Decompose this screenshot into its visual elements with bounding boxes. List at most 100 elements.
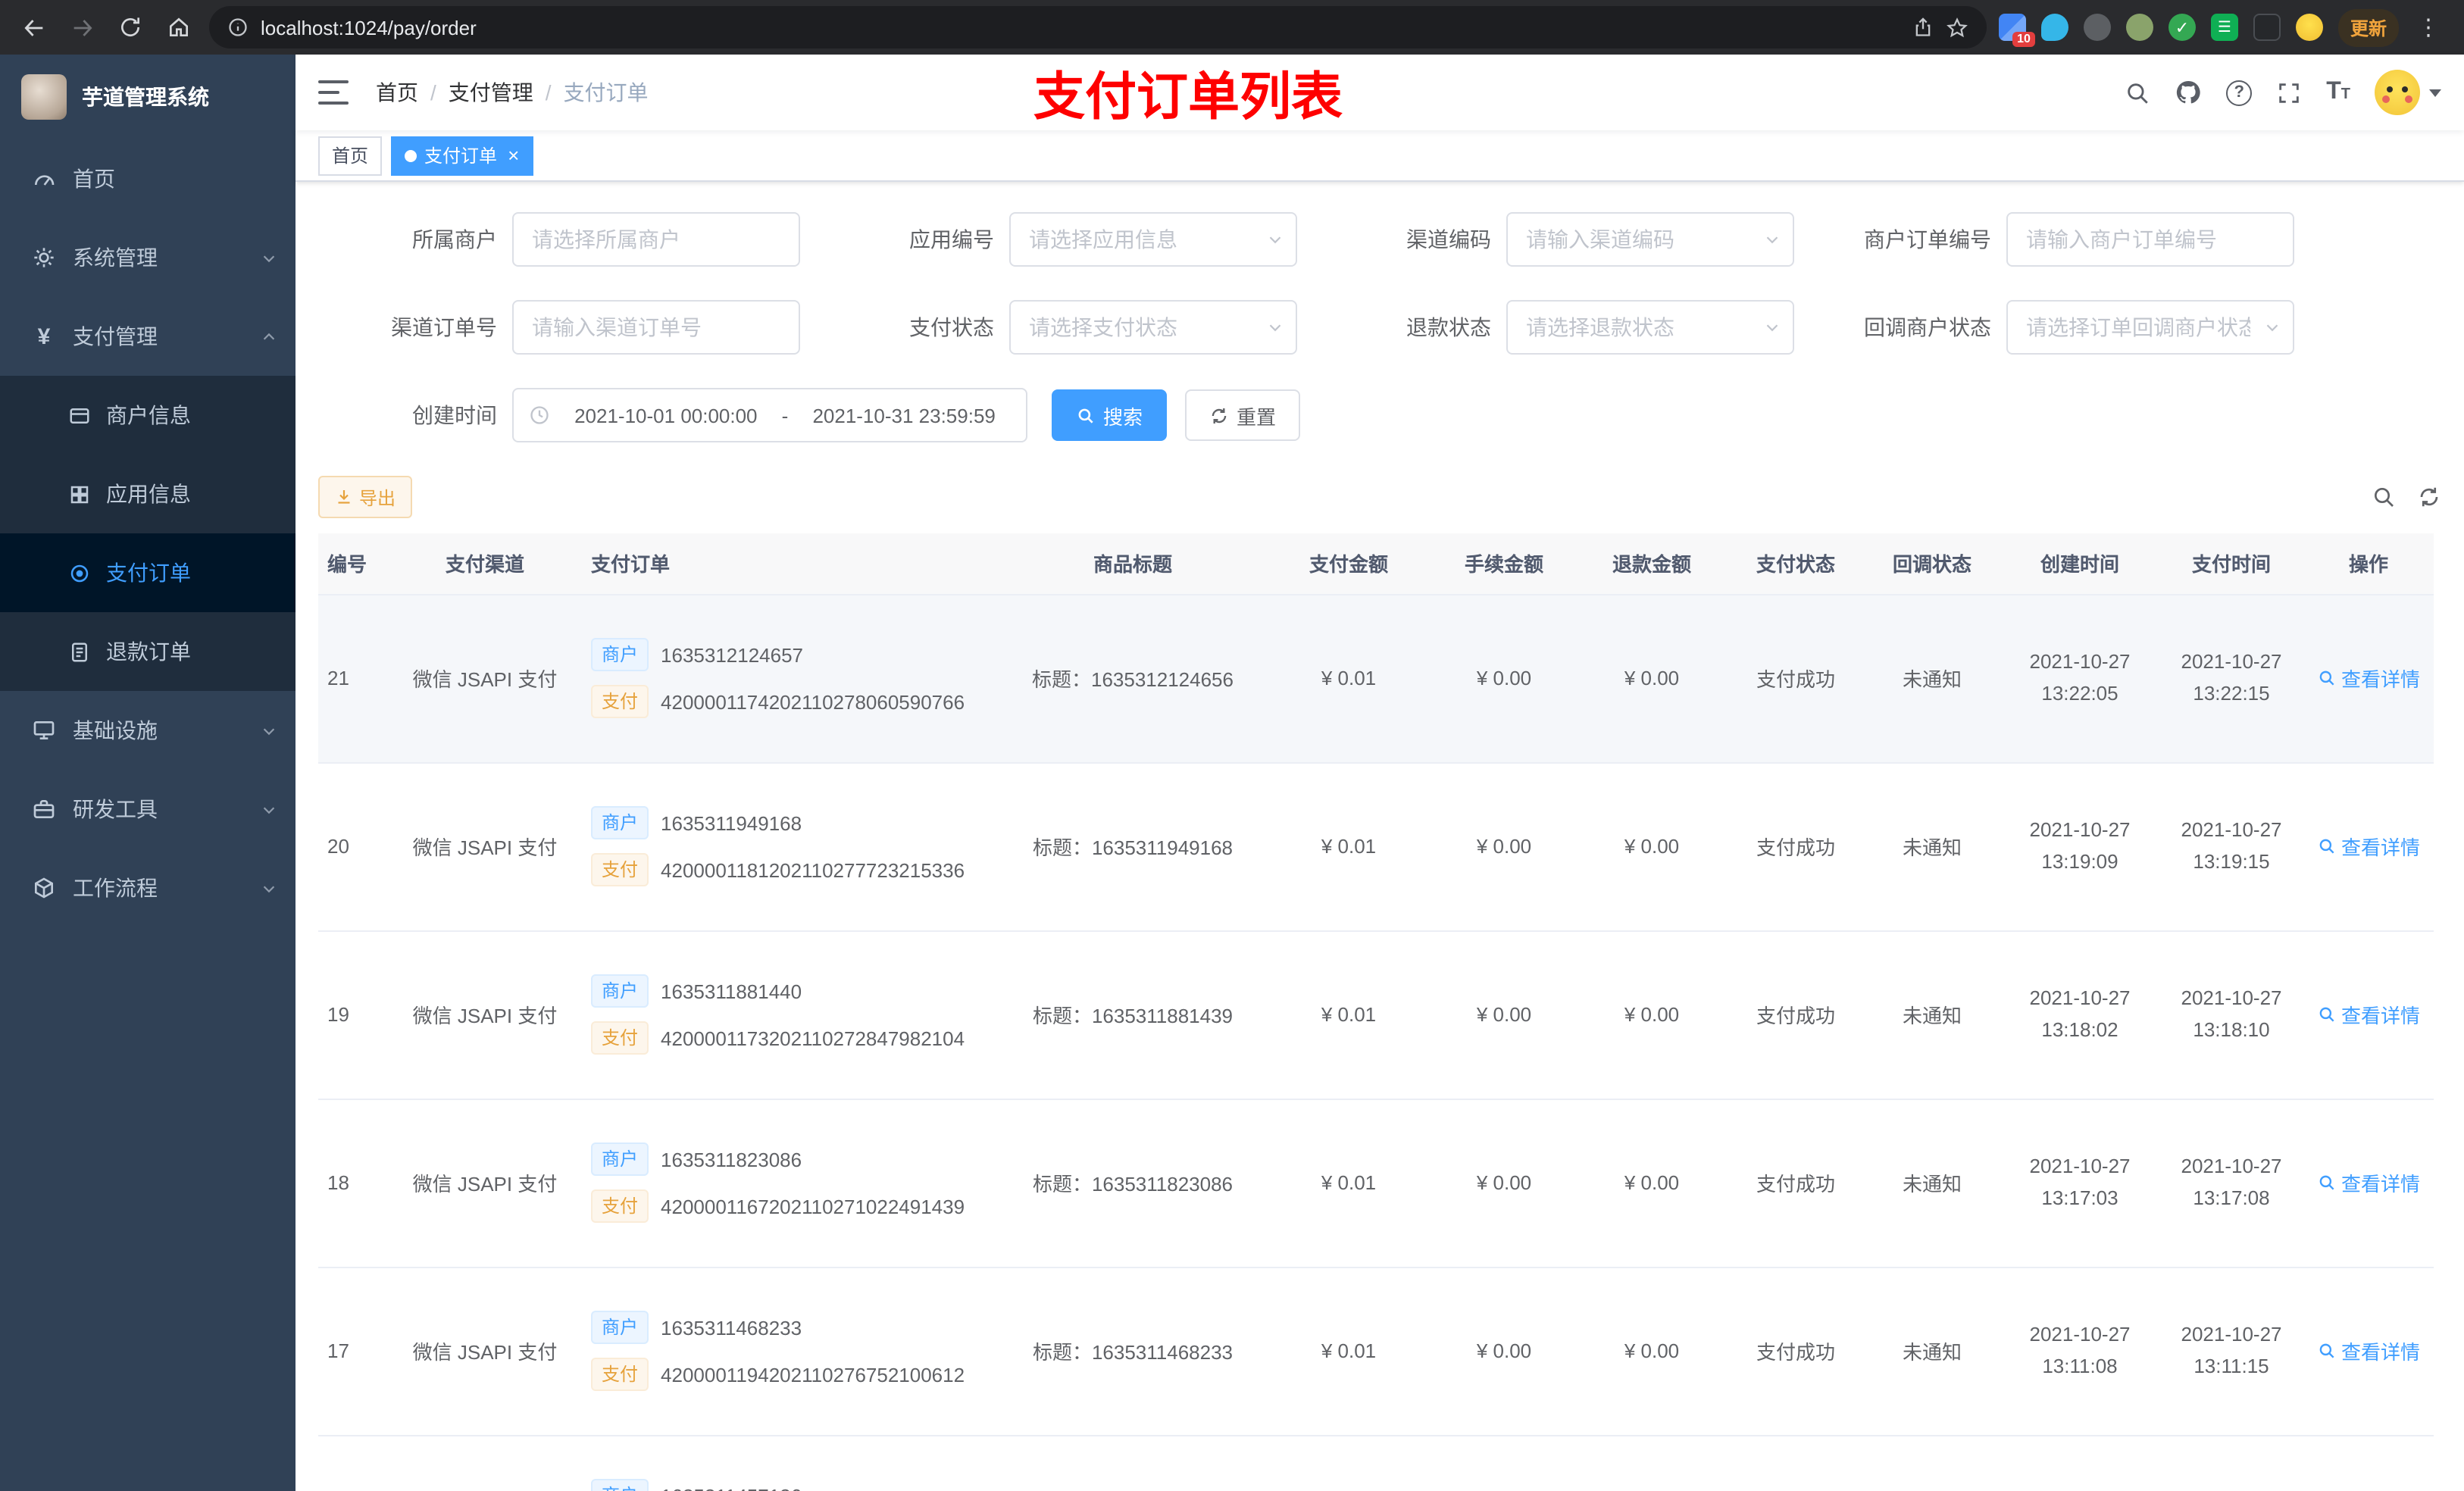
extension-icon-1[interactable]: 10 — [1998, 14, 2035, 47]
pay-clock: 13:17:08 — [2193, 1186, 2270, 1208]
cell-fee-amount: ¥ 0.00 — [1432, 930, 1576, 1099]
cell-pay-time: 2021-10-27 13:19:15 — [2159, 762, 2303, 931]
browser-menu-icon[interactable]: ⋮ — [2414, 14, 2443, 41]
merchant-order-no-input[interactable] — [2006, 212, 2294, 267]
sidebar-item-app-info[interactable]: 应用信息 — [0, 455, 295, 533]
extension-icon-8[interactable] — [2295, 14, 2323, 41]
sidebar-item-dev-tools[interactable]: 研发工具 — [0, 770, 295, 849]
channel-code-input[interactable] — [1506, 212, 1794, 267]
extension-icon-2[interactable] — [2040, 14, 2068, 41]
pay-order-line: 支付 4200001167202110271022491439 — [591, 1189, 1000, 1223]
cell-fee-amount: ¥ 0.00 — [1432, 594, 1576, 763]
cell-refund-amount: ¥ 0.00 — [1576, 762, 1728, 931]
sidebar-item-home[interactable]: 首页 — [0, 139, 295, 218]
view-detail-link[interactable]: 查看详情 — [2317, 664, 2420, 692]
sidebar-item-infrastructure[interactable]: 基础设施 — [0, 691, 295, 770]
refund-status-input[interactable] — [1506, 300, 1794, 355]
sidebar-item-workflow[interactable]: 工作流程 — [0, 849, 295, 927]
sidebar-menu: 首页 系统管理 ¥ 支付管理 商户信息 应用信息 支付订单 退款订单 基础设施 … — [0, 139, 295, 1491]
sidebar-item-label: 支付订单 — [106, 561, 191, 585]
breadcrumb-home[interactable]: 首页 — [376, 77, 418, 108]
merchant-tag: 商户 — [591, 1311, 649, 1344]
cell-order-id — [318, 1435, 379, 1491]
callback-status-input[interactable] — [2006, 300, 2294, 355]
browser-chrome: localhost:1024/pay/order 10 ✓ ☰ 更新 ⋮ — [0, 0, 2464, 55]
filter-label-channel-order-no: 渠道订单号 — [391, 315, 497, 339]
extension-icon-5[interactable]: ✓ — [2168, 14, 2196, 41]
date-separator: - — [781, 404, 789, 427]
pay-order-no: 4200001173202110272847982104 — [661, 1027, 965, 1049]
browser-reload-icon[interactable] — [112, 9, 149, 45]
channel-order-no-input[interactable] — [512, 300, 800, 355]
fullscreen-icon[interactable] — [2276, 80, 2302, 105]
github-icon[interactable] — [2175, 79, 2202, 106]
search-button-label: 搜索 — [1103, 405, 1143, 428]
search-button[interactable]: 搜索 — [1052, 389, 1168, 441]
cell-pay-order: 商户 1635311949168 支付 42000011812021102777232… — [591, 762, 1000, 931]
toggle-search-icon[interactable] — [2372, 485, 2396, 509]
pay-status-input[interactable] — [1009, 300, 1297, 355]
table-tools — [2372, 485, 2441, 509]
cell-pay-time: 2021-10-27 13:22:15 — [2159, 594, 2303, 763]
cell-pay-time — [2159, 1435, 2303, 1491]
refresh-icon[interactable] — [2417, 485, 2441, 509]
sidebar-item-payment[interactable]: ¥ 支付管理 — [0, 297, 295, 376]
breadcrumb-payment[interactable]: 支付管理 — [449, 77, 533, 108]
browser-forward-icon[interactable] — [64, 9, 100, 45]
merchant-order-no: 1635312124657 — [661, 643, 804, 666]
view-detail-link[interactable]: 查看详情 — [2317, 832, 2420, 861]
cell-notify-status — [1864, 1435, 2000, 1491]
sidebar-item-refund-order[interactable]: 退款订单 — [0, 612, 295, 691]
user-avatar-menu[interactable] — [2375, 70, 2441, 115]
extension-icon-4[interactable] — [2125, 14, 2153, 41]
cell-create-time: 2021-10-27 13:11:08 — [2000, 1267, 2159, 1436]
cell-order-id: 21 — [318, 594, 379, 763]
tab-home[interactable]: 首页 — [318, 136, 383, 175]
browser-home-icon[interactable] — [161, 9, 197, 45]
merchant-order-no: 1635311949168 — [661, 811, 802, 834]
bookmark-star-icon[interactable] — [1946, 16, 1968, 39]
gear-icon — [30, 245, 58, 270]
tab-pay-order[interactable]: 支付订单 × — [391, 136, 533, 175]
extension-icon-6[interactable]: ☰ — [2210, 14, 2238, 41]
cell-pay-amount: ¥ 0.01 — [1265, 1099, 1432, 1268]
hamburger-icon[interactable] — [318, 80, 349, 105]
pay-date: 2021-10-27 — [2181, 649, 2282, 673]
column-header: 支付状态 — [1728, 533, 1864, 595]
sidebar-item-system[interactable]: 系统管理 — [0, 218, 295, 297]
address-bar[interactable]: localhost:1024/pay/order — [209, 6, 1987, 48]
cell-pay-order: 商户 1635311823086 支付 42000011672021102710224… — [591, 1099, 1000, 1268]
callback-status-select — [2006, 300, 2294, 355]
extension-icon-3[interactable] — [2083, 14, 2111, 41]
merchant-select-input[interactable] — [512, 212, 800, 267]
create-date: 2021-10-27 — [2029, 1322, 2131, 1346]
chevron-down-icon — [261, 722, 277, 739]
browser-back-icon[interactable] — [15, 9, 52, 45]
sidebar-item-pay-order[interactable]: 支付订单 — [0, 533, 295, 612]
browser-update-button[interactable]: 更新 — [2337, 8, 2399, 46]
app-logo-row[interactable]: 芋道管理系统 — [0, 55, 295, 139]
font-size-icon[interactable]: TT — [2326, 80, 2350, 104]
column-header: 支付金额 — [1265, 533, 1432, 595]
share-icon[interactable] — [1912, 17, 1934, 38]
view-detail-link[interactable]: 查看详情 — [2317, 1336, 2420, 1365]
export-button[interactable]: 导出 — [318, 476, 413, 518]
cell-create-time: 2021-10-27 13:22:05 — [2000, 594, 2159, 763]
extension-icon-7[interactable] — [2253, 14, 2281, 41]
cell-create-time — [2000, 1435, 2159, 1491]
cell-pay-channel — [379, 1435, 591, 1491]
cube-icon — [30, 876, 58, 900]
column-header: 商品标题 — [1000, 533, 1265, 595]
cell-pay-channel: 微信 JSAPI 支付 — [379, 1099, 591, 1268]
help-icon[interactable]: ? — [2226, 80, 2253, 105]
search-icon[interactable] — [2125, 80, 2150, 105]
site-info-icon[interactable] — [227, 17, 249, 38]
create-time-range-picker[interactable]: 2021-10-01 00:00:00 - 2021-10-31 23:59:5… — [512, 388, 1027, 442]
view-detail-link[interactable]: 查看详情 — [2317, 1000, 2420, 1029]
view-detail-link[interactable]: 查看详情 — [2317, 1168, 2420, 1197]
sidebar-item-merchant-info[interactable]: 商户信息 — [0, 376, 295, 455]
close-icon[interactable]: × — [508, 145, 519, 165]
reset-button[interactable]: 重置 — [1185, 389, 1301, 441]
grid-icon — [67, 483, 91, 505]
app-select-input[interactable] — [1009, 212, 1297, 267]
